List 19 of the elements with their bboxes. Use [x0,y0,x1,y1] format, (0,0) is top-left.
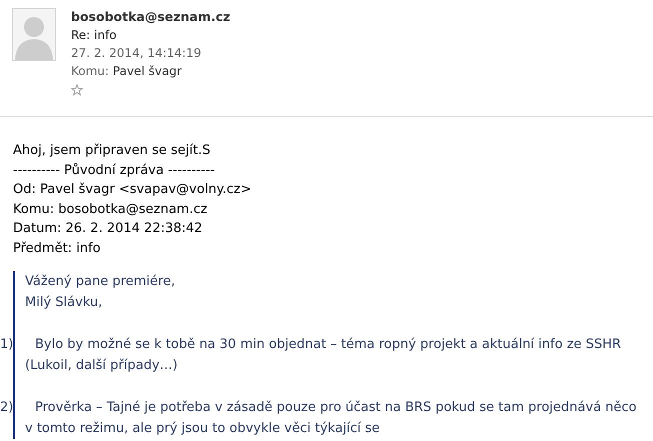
quote-paragraph: Prověrka – Tajné je potřeba v zásadě pouze pro účast na BRS pokud se tam projednává něco v tomto režimu, ale prý jsou to obvykle věci týkající se [25,399,638,438]
quote-paragraph: Bylo by možné se k tobě na 30 min objednat – téma ropný projekt a aktuální info ze SSHR (Lukoil, další případy…) [25,336,622,375]
sender-address: bosobotka@seznam.cz [71,8,230,26]
star-icon[interactable] [71,84,83,96]
subject-text: Re: info [71,27,118,44]
message-line: Datum: 26. 2. 2014 22:38:42 [13,220,204,238]
avatar-icon [12,8,56,61]
recipient-name: Pavel švagr [112,64,182,78]
message-line: Od: Pavel švagr <svapav@volny.cz> [13,181,252,199]
item-number: 2) [0,399,14,417]
quote-line: Milý Slávku, [25,294,104,312]
date-text: 27. 2. 2014, 14:14:19 [71,45,202,62]
message-line: Komu: bosobotka@seznam.cz [13,200,208,218]
quote-line: Vážený pane premiére, [25,273,176,291]
message-line: Ahoj, jsem připraven se sejít.S [13,142,212,160]
message-line: ---------- Původní zpráva ---------- [13,162,216,180]
message-line: Předmět: info [13,240,102,258]
recipient-label: Komu: [71,64,109,78]
item-number: 1) [0,336,14,354]
